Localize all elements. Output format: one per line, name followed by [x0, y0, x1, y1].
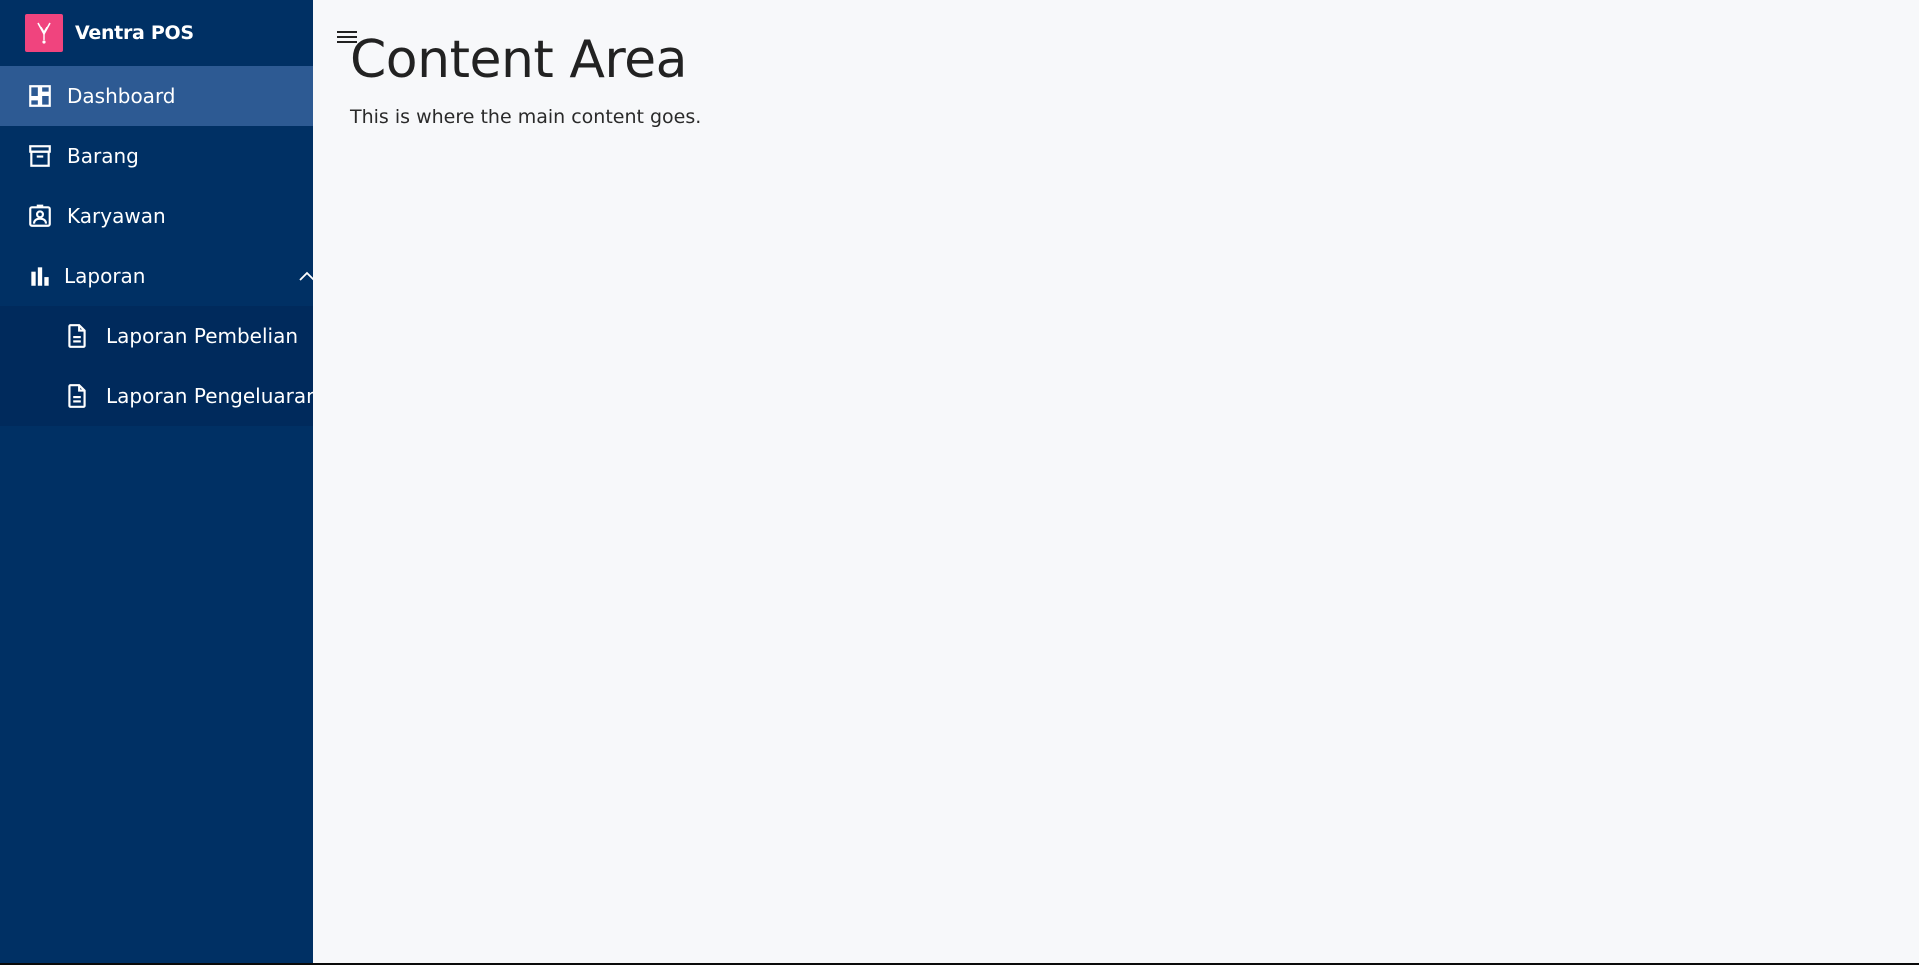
- dashboard-icon: [26, 82, 54, 110]
- app-window: Ventra POS Dashboard Barang Karyawan Lap…: [0, 0, 1919, 963]
- sidebar-item-dashboard[interactable]: Dashboard: [0, 66, 313, 126]
- sidebar-item-label: Barang: [67, 144, 139, 168]
- sidebar-nav: Dashboard Barang Karyawan Laporan Lapora…: [0, 66, 313, 426]
- employee-badge-icon: [26, 202, 54, 230]
- page-description: This is where the main content goes.: [350, 106, 702, 128]
- logo-mark-icon: [37, 22, 51, 44]
- brand-name: Ventra POS: [75, 22, 194, 44]
- chevron-up-icon[interactable]: [298, 270, 313, 282]
- sidebar-item-laporan-pembelian[interactable]: Laporan Pembelian: [0, 306, 313, 366]
- sidebar-item-laporan-pengeluaran[interactable]: Laporan Pengeluaran: [0, 366, 313, 426]
- sidebar: Ventra POS Dashboard Barang Karyawan Lap…: [0, 0, 313, 963]
- sidebar-item-label: Laporan Pembelian: [106, 324, 299, 348]
- bar-chart-icon: [26, 262, 54, 290]
- main-content: Content Area This is where the main cont…: [313, 0, 1919, 963]
- sidebar-item-laporan[interactable]: Laporan: [0, 246, 313, 306]
- document-icon: [63, 382, 91, 410]
- archive-box-icon: [26, 142, 54, 170]
- brand-logo: [25, 14, 63, 52]
- sidebar-item-label: Laporan: [64, 264, 146, 288]
- sidebar-item-label: Karyawan: [67, 204, 166, 228]
- laporan-submenu: Laporan Pembelian Laporan Pengeluaran: [0, 306, 313, 426]
- sidebar-item-label: Dashboard: [67, 84, 176, 108]
- document-icon: [63, 322, 91, 350]
- sidebar-item-karyawan[interactable]: Karyawan: [0, 186, 313, 246]
- brand[interactable]: Ventra POS: [0, 0, 313, 66]
- sidebar-item-label: Laporan Pengeluaran: [106, 384, 313, 408]
- sidebar-item-barang[interactable]: Barang: [0, 126, 313, 186]
- page-title: Content Area: [350, 30, 688, 90]
